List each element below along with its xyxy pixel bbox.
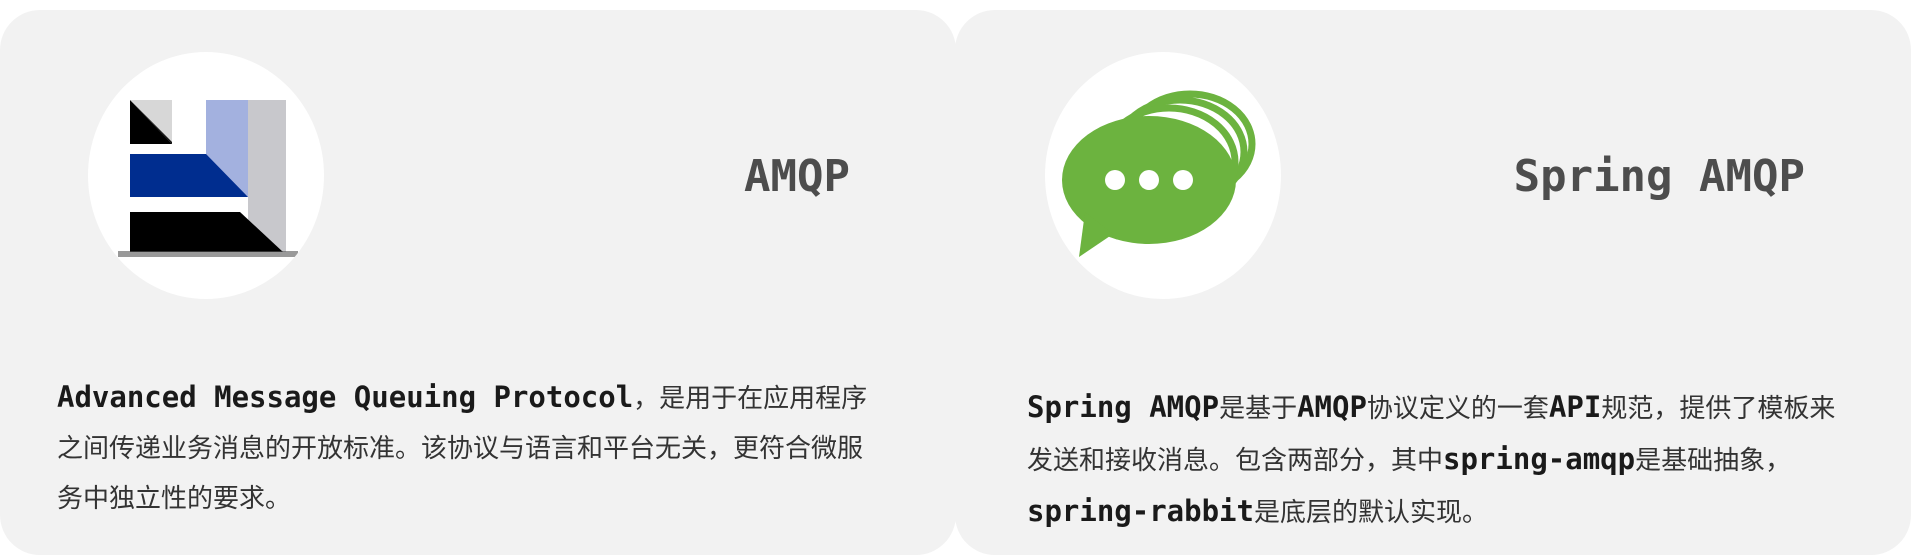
keyword: Spring AMQP — [1027, 390, 1220, 424]
keyword: Advanced Message Queuing Protocol — [57, 380, 634, 414]
text-segment: 是基于 — [1219, 394, 1298, 424]
keyword: AMQP — [1297, 390, 1367, 424]
card-title: Spring AMQP — [1513, 151, 1805, 202]
card-description: Advanced Message Queuing Protocol，是用于在应用… — [57, 372, 877, 524]
text-segment: 协议定义的一套 — [1366, 394, 1549, 424]
keyword: API — [1548, 390, 1602, 424]
card-description: Spring AMQP是基于AMQP协议定义的一套API规范，提供了模板来发送和… — [1027, 382, 1847, 538]
amqp-logo — [88, 52, 324, 299]
amqp-card: AMQP Advanced Message Queuing Protocol，是… — [0, 10, 956, 555]
spring-amqp-logo — [1045, 52, 1281, 299]
keyword: spring-rabbit — [1027, 494, 1254, 528]
spring-amqp-card: Spring AMQP Spring AMQP是基于AMQP协议定义的一套API… — [955, 10, 1911, 555]
amqp-logo-icon — [118, 100, 298, 257]
text-segment: 是底层的默认实现。 — [1253, 498, 1488, 528]
text-segment: 是基础抽象， — [1635, 446, 1792, 476]
chat-bubble-icon — [1062, 90, 1256, 257]
card-title: AMQP — [744, 151, 850, 202]
keyword: spring-amqp — [1443, 442, 1636, 476]
